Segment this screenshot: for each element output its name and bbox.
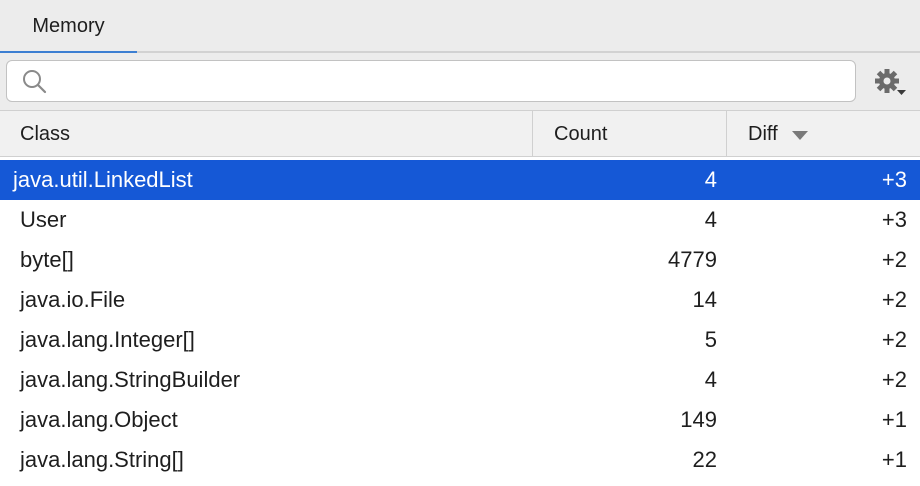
search-icon [23, 70, 47, 94]
count-cell: 4779 [668, 247, 717, 272]
diff-cell: +1 [881, 407, 907, 432]
diff-cell: +2 [881, 287, 907, 312]
table-row[interactable]: java.lang.Object 149 +1 [0, 400, 920, 440]
diff-cell: +2 [881, 247, 907, 272]
table-row[interactable]: java.util.LinkedList 4 +3 [0, 160, 920, 200]
table-row[interactable]: java.lang.Integer[] 5 +2 [0, 320, 920, 360]
class-name-cell: byte[] [20, 247, 74, 272]
count-cell: 149 [680, 407, 717, 432]
table-row[interactable]: java.io.File 14 +2 [0, 280, 920, 320]
class-name-cell: java.lang.StringBuilder [20, 367, 241, 392]
class-name-cell: java.lang.Integer[] [20, 327, 195, 352]
count-cell: 4 [704, 167, 717, 192]
table-row[interactable]: java.lang.StringBuilder 4 +2 [0, 360, 920, 400]
class-name-cell: java.lang.String[] [20, 447, 184, 472]
diff-cell: +1 [881, 447, 907, 472]
table-row[interactable]: java.lang.String[] 22 +1 [0, 440, 920, 480]
class-name-cell: java.io.File [20, 287, 126, 312]
diff-cell: +3 [881, 167, 907, 192]
column-header-class[interactable]: Class [0, 111, 533, 157]
table-header: Class Count Diff [0, 110, 920, 157]
search-input[interactable] [57, 67, 847, 95]
class-name-cell: User [20, 207, 67, 232]
diff-cell: +3 [881, 207, 907, 232]
toolbar [0, 53, 920, 110]
table-row[interactable]: byte[] 4779 +2 [0, 240, 920, 280]
tab-memory[interactable]: Memory [0, 0, 137, 55]
diff-cell: +2 [881, 367, 907, 392]
count-cell: 22 [692, 447, 717, 472]
count-cell: 4 [704, 367, 717, 392]
column-header-count-label: Count [554, 122, 608, 145]
count-cell: 4 [704, 207, 717, 232]
diff-cell: +2 [881, 327, 907, 352]
class-name-cell: java.lang.Object [20, 407, 178, 432]
table-row[interactable]: User 4 +3 [0, 200, 920, 240]
column-header-count[interactable]: Count [533, 111, 727, 157]
column-header-class-label: Class [20, 122, 71, 145]
sort-descending-icon [791, 130, 808, 140]
class-name-cell: java.util.LinkedList [13, 167, 193, 192]
column-header-diff-label: Diff [748, 122, 778, 145]
search-box[interactable] [6, 60, 856, 102]
count-cell: 14 [692, 287, 717, 312]
tab-memory-label: Memory [32, 15, 105, 37]
gear-icon[interactable] [872, 66, 908, 98]
tab-bar: Memory [0, 0, 920, 55]
count-cell: 5 [704, 327, 717, 352]
class-table-body: java.util.LinkedList 4 +3 User 4 +3 byte… [0, 160, 920, 480]
column-header-diff[interactable]: Diff [727, 111, 920, 157]
